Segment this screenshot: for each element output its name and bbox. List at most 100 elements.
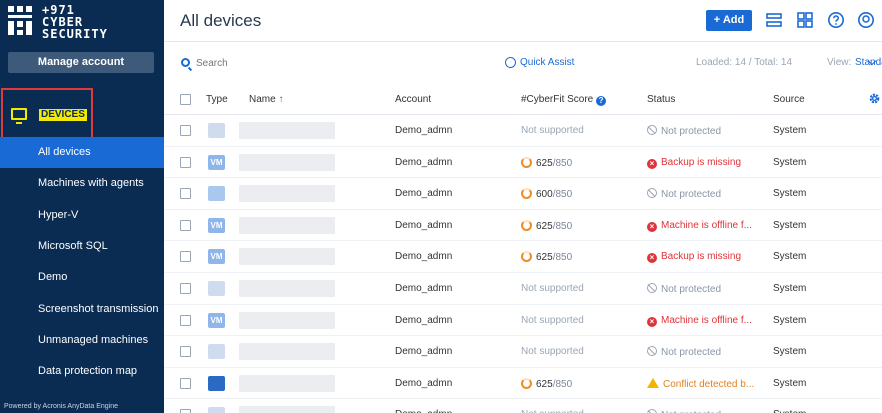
cyberfit-score-cell[interactable]: 625/850 (521, 377, 572, 390)
status-cell[interactable]: Conflict detected b... (647, 377, 754, 390)
status-cell[interactable]: Not protected (647, 282, 721, 295)
table-header: Type Name ↑ Account #CyberFit Score ? St… (164, 84, 882, 115)
table-row[interactable]: Demo_admn Not supported Not protected Syste… (164, 336, 882, 368)
table-row[interactable]: VM Demo_admn 625/850 × Backup is missing Syst… (164, 241, 882, 273)
row-checkbox[interactable] (180, 409, 191, 413)
sidebar-item[interactable]: Hyper-V (0, 200, 164, 231)
column-status[interactable]: Status (647, 94, 675, 105)
cyberfit-score-cell: Not supported (521, 346, 584, 357)
source-cell: System (773, 188, 807, 200)
gear-icon[interactable] (868, 92, 881, 105)
cyberfit-score-cell[interactable]: 600/850 (521, 188, 572, 200)
sidebar-item[interactable]: Machines with agents (0, 168, 164, 199)
table-row[interactable]: VM Demo_admn Not supported × Machine is offl… (164, 305, 882, 337)
cyberfit-score-cell: Not supported (521, 125, 584, 136)
not-protected-icon (647, 188, 657, 199)
row-checkbox[interactable] (180, 314, 191, 326)
status-cell[interactable]: Not protected (647, 409, 721, 413)
column-type[interactable]: Type (206, 94, 228, 105)
sidebar-item[interactable]: Screenshot transmission (0, 294, 164, 325)
table-row[interactable]: Demo_admn 625/850 Conflict detected b... Sy… (164, 368, 882, 400)
search-input[interactable] (196, 55, 396, 71)
virtual-machine-icon: VM (208, 217, 225, 233)
device-name-redacted[interactable] (239, 343, 335, 361)
score-value: 625 (536, 378, 553, 390)
sidebar-item[interactable]: Microsoft SQL (0, 231, 164, 262)
list-view-icon[interactable] (765, 11, 783, 29)
table-row[interactable]: Demo_admn Not supported Not protected Syste… (164, 399, 882, 413)
source-cell: System (773, 125, 807, 136)
row-checkbox[interactable] (180, 346, 191, 358)
add-button[interactable]: + Add (706, 10, 752, 31)
source-cell: System (773, 409, 806, 413)
not-protected-icon (647, 346, 657, 357)
table-row[interactable]: VM Demo_admn 625/850 × Machine is offline f.… (164, 210, 882, 242)
score-ring-icon (521, 188, 532, 200)
column-name-label: Name (249, 94, 276, 105)
logo-mark-icon (8, 6, 36, 40)
cyberfit-score-cell[interactable]: 625/850 (521, 219, 572, 232)
manage-account-button[interactable]: Manage account (8, 52, 154, 73)
status-cell[interactable]: Not protected (647, 346, 721, 358)
score-ring-icon (521, 251, 532, 263)
device-name-redacted[interactable] (239, 122, 335, 139)
device-name-redacted[interactable] (239, 248, 335, 266)
user-icon[interactable] (857, 11, 875, 29)
score-max: /850 (552, 252, 573, 264)
source-cell: System (773, 377, 807, 389)
account-cell: Demo_admn (395, 377, 453, 389)
score-value: 600 (536, 189, 553, 201)
row-checkbox[interactable] (180, 219, 191, 231)
sidebar-item[interactable]: All devices (0, 137, 164, 168)
device-name-redacted[interactable] (239, 153, 335, 171)
status-cell[interactable]: Not protected (647, 125, 721, 137)
powered-by: Powered by Acronis AnyData Engine (4, 403, 119, 410)
device-name-redacted[interactable] (239, 406, 335, 413)
device-name-redacted[interactable] (239, 185, 335, 203)
row-checkbox[interactable] (180, 125, 191, 136)
device-name-redacted[interactable] (239, 311, 335, 329)
row-checkbox[interactable] (180, 188, 191, 200)
cyberfit-score-cell[interactable]: 625/850 (521, 251, 572, 263)
device-name-redacted[interactable] (239, 374, 335, 392)
device-name-redacted[interactable] (239, 279, 335, 297)
error-icon: × (647, 158, 657, 169)
table-row[interactable]: Demo_admn Not supported Not protected Syste… (164, 273, 882, 305)
table-row[interactable]: Demo_admn 600/850 Not protected System (164, 178, 882, 210)
cyberfit-score-cell[interactable]: 625/850 (521, 156, 572, 169)
row-checkbox[interactable] (180, 377, 191, 389)
sidebar-item[interactable]: Data protection map (0, 356, 164, 387)
sidebar-item[interactable]: Demo (0, 262, 164, 293)
account-cell: Demo_admn (395, 251, 453, 263)
status-cell[interactable]: Not protected (647, 188, 721, 200)
table-row[interactable]: Demo_admn Not supported Not protected Syste… (164, 115, 882, 147)
column-name[interactable]: Name ↑ (249, 94, 283, 105)
status-text: Backup is missing (661, 251, 742, 263)
column-account[interactable]: Account (395, 94, 431, 105)
error-icon: × (647, 253, 657, 264)
devices-section-label: DEVICES (39, 109, 87, 121)
table-row[interactable]: VM Demo_admn 625/850 × Backup is missing Syst… (164, 147, 882, 179)
brand-logo[interactable]: +971 CYBER SECURITY (8, 4, 158, 44)
column-source[interactable]: Source (773, 94, 805, 105)
windows-machine-icon (208, 186, 225, 202)
row-checkbox[interactable] (180, 282, 191, 294)
status-cell[interactable]: × Backup is missing (647, 251, 742, 264)
row-checkbox[interactable] (180, 156, 191, 168)
not-protected-icon (647, 409, 657, 413)
status-cell[interactable]: × Backup is missing (647, 157, 741, 169)
error-icon: × (647, 316, 657, 327)
info-icon[interactable]: ? (596, 96, 607, 106)
select-all-checkbox[interactable] (180, 94, 191, 105)
quick-assist-link[interactable]: Quick Assist (520, 57, 574, 68)
status-cell[interactable]: × Machine is offline f... (647, 220, 752, 232)
help-icon[interactable] (827, 11, 845, 29)
sidebar-item[interactable]: Unmanaged machines (0, 325, 164, 356)
device-name-redacted[interactable] (239, 216, 335, 234)
status-cell[interactable]: × Machine is offline f... (647, 315, 752, 327)
row-checkbox[interactable] (180, 251, 191, 263)
grid-view-icon[interactable] (796, 11, 814, 29)
column-cyberfit-score[interactable]: #CyberFit Score ? (521, 94, 607, 106)
cyberfit-score-cell: Not supported (521, 409, 584, 413)
virtual-machine-icon: VM (208, 249, 225, 265)
